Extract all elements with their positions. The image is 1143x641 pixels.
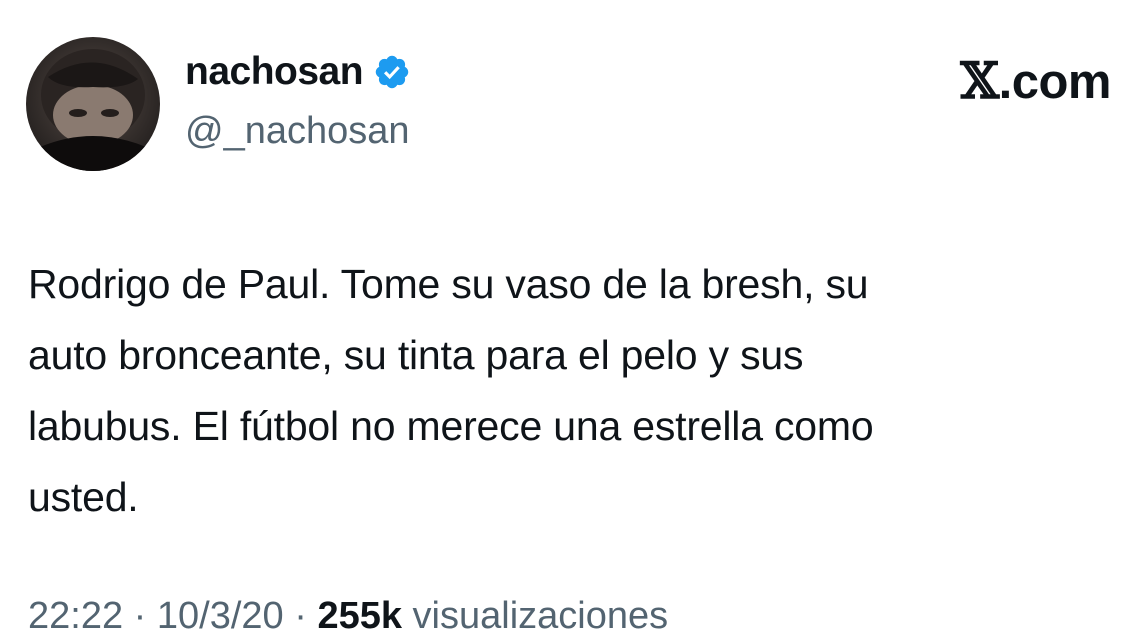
- tweet-meta: 22:22 · 10/3/20 · 255k visualizaciones: [28, 592, 668, 641]
- tweet-text: Rodrigo de Paul. Tome su vaso de la bres…: [28, 249, 1118, 533]
- avatar-photo: [26, 49, 160, 171]
- tweet-line: auto bronceante, su tinta para el pelo y…: [28, 332, 804, 378]
- view-count-label: visualizaciones: [412, 595, 669, 637]
- tweet-line: usted.: [28, 474, 139, 520]
- author-display-name[interactable]: nachosan: [185, 52, 411, 91]
- brand-x-glyph: 𝕏: [960, 51, 999, 110]
- tweet-timestamp[interactable]: 22:22 · 10/3/20: [28, 595, 284, 637]
- verified-badge-icon: [373, 53, 411, 91]
- meta-separator: ·: [294, 595, 318, 637]
- view-count: 255k: [317, 595, 402, 637]
- author-handle[interactable]: @_nachosan: [185, 112, 410, 150]
- tweet-line: labubus. El fútbol no merece una estrell…: [28, 403, 874, 449]
- tweet-line: Rodrigo de Paul. Tome su vaso de la bres…: [28, 261, 869, 307]
- avatar[interactable]: [26, 37, 160, 171]
- brand-suffix: .com: [998, 55, 1112, 109]
- x-logo-icon: 𝕏 .com: [960, 56, 1111, 107]
- author-name-text: nachosan: [185, 50, 364, 93]
